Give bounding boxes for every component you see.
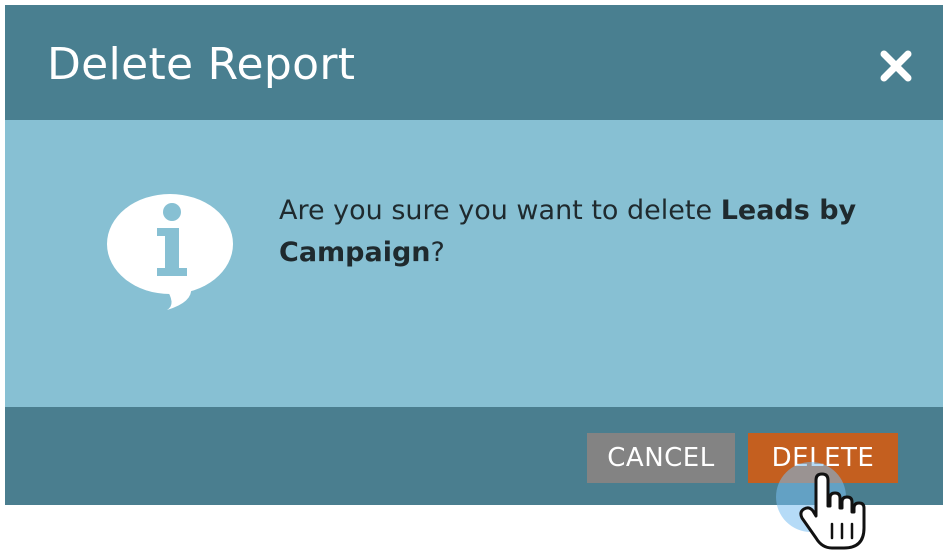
message-suffix: ? — [430, 237, 445, 268]
close-icon[interactable] — [879, 49, 913, 83]
dialog-header: Delete Report — [5, 5, 943, 120]
delete-report-dialog: Delete Report Are you sure you want to d… — [5, 5, 943, 505]
dialog-title: Delete Report — [47, 39, 356, 90]
dialog-body: Are you sure you want to delete Leads by… — [5, 120, 943, 407]
dialog-footer: CANCEL DELETE — [5, 407, 943, 505]
info-speech-bubble-icon — [107, 194, 233, 310]
cancel-button[interactable]: CANCEL — [587, 433, 735, 483]
confirmation-message: Are you sure you want to delete Leads by… — [279, 190, 879, 274]
message-prefix: Are you sure you want to delete — [279, 195, 721, 226]
delete-button[interactable]: DELETE — [748, 433, 898, 483]
